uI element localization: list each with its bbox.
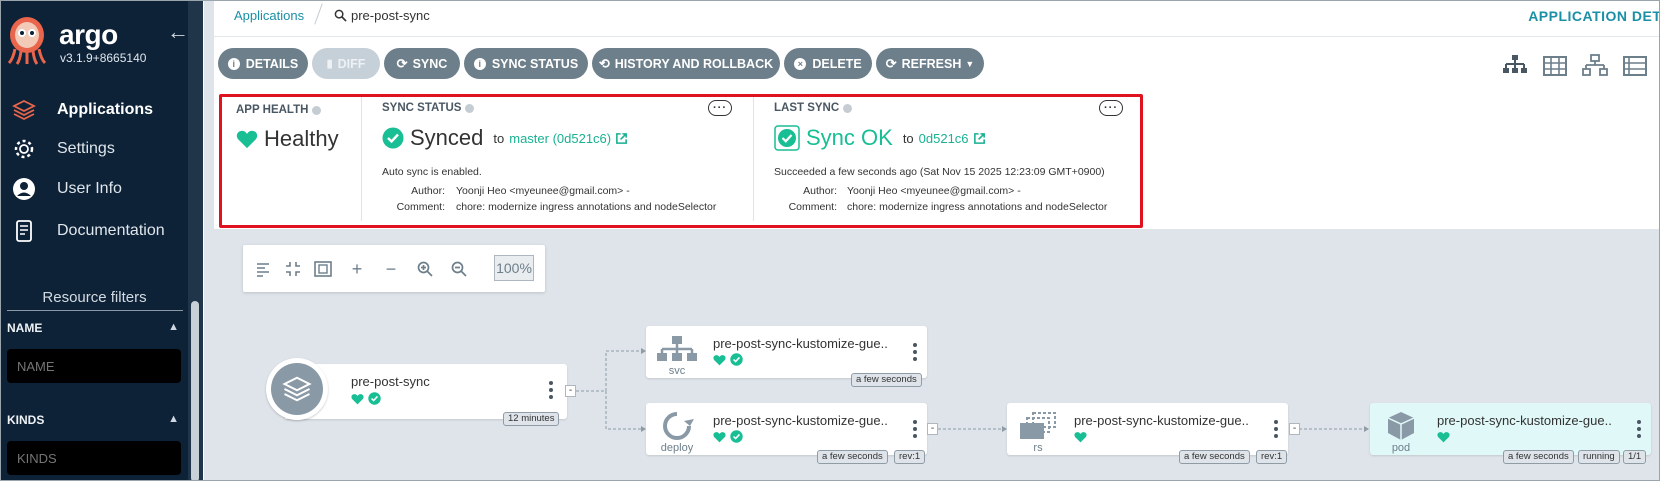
heart-icon [1074, 432, 1087, 443]
node-kind: svc [668, 365, 686, 377]
node-menu-icon[interactable] [1273, 420, 1279, 440]
app-node-circle [266, 358, 328, 420]
check-circle-icon [730, 430, 744, 443]
node-status-icons [713, 353, 744, 371]
deploy-icon [663, 412, 694, 440]
node-age-badge: a few seconds [1503, 450, 1574, 464]
node-status-icons [1074, 430, 1087, 448]
node-name: pre-post-sync-kustomize-gue... [713, 336, 889, 351]
check-circle-icon [730, 353, 744, 366]
node-name: pre-post-sync-kustomize-gue... [1437, 413, 1613, 428]
app-node-icon-bg [271, 363, 323, 415]
node-kind: rs [1033, 442, 1043, 454]
node-kind: pod [1391, 442, 1411, 454]
node-status-icons [1437, 430, 1450, 448]
node-status-icons [351, 392, 382, 410]
node-rev-badge: rev:1 [894, 450, 926, 464]
heart-icon [1437, 432, 1450, 443]
node-menu-icon[interactable] [912, 420, 918, 440]
replicaset-icon [1020, 412, 1056, 439]
node-rev-badge: rev:1 [1256, 450, 1288, 464]
svc-node[interactable]: svc pre-post-sync-kustomize-gue... a few… [646, 326, 927, 387]
collapse-toggle[interactable]: - [565, 385, 576, 397]
rs-node[interactable]: rs pre-post-sync-kustomize-gue... a few … [1007, 403, 1288, 464]
node-menu-icon[interactable] [548, 381, 554, 401]
node-menu-icon[interactable] [1636, 420, 1642, 440]
node-kind: deploy [660, 442, 694, 454]
node-name: pre-post-sync-kustomize-gue... [713, 413, 889, 428]
collapse-toggle[interactable]: - [1289, 423, 1300, 435]
heart-icon [713, 355, 726, 366]
node-state-badge: running [1578, 450, 1620, 464]
node-menu-icon[interactable] [912, 343, 918, 363]
cube-icon [1387, 412, 1415, 440]
heart-icon [351, 394, 364, 405]
app-age-badge: 12 minutes [503, 412, 560, 426]
pod-node[interactable]: pod pre-post-sync-kustomize-gue... a few… [1370, 403, 1651, 464]
node-ready-badge: 1/1 [1623, 450, 1647, 464]
node-age-badge: a few seconds [851, 373, 922, 387]
layers-icon [282, 376, 312, 402]
check-circle-icon [368, 392, 382, 405]
collapse-toggle[interactable]: - [927, 423, 938, 435]
node-status-icons [713, 430, 744, 448]
network-icon [657, 336, 697, 361]
node-name: pre-post-sync-kustomize-gue... [1074, 413, 1250, 428]
node-name: pre-post-sync [351, 374, 430, 389]
heart-icon [713, 432, 726, 443]
node-age-badge: a few seconds [817, 450, 888, 464]
node-age-badge: a few seconds [1179, 450, 1250, 464]
deploy-node[interactable]: deploy pre-post-sync-kustomize-gue... a … [646, 403, 927, 464]
